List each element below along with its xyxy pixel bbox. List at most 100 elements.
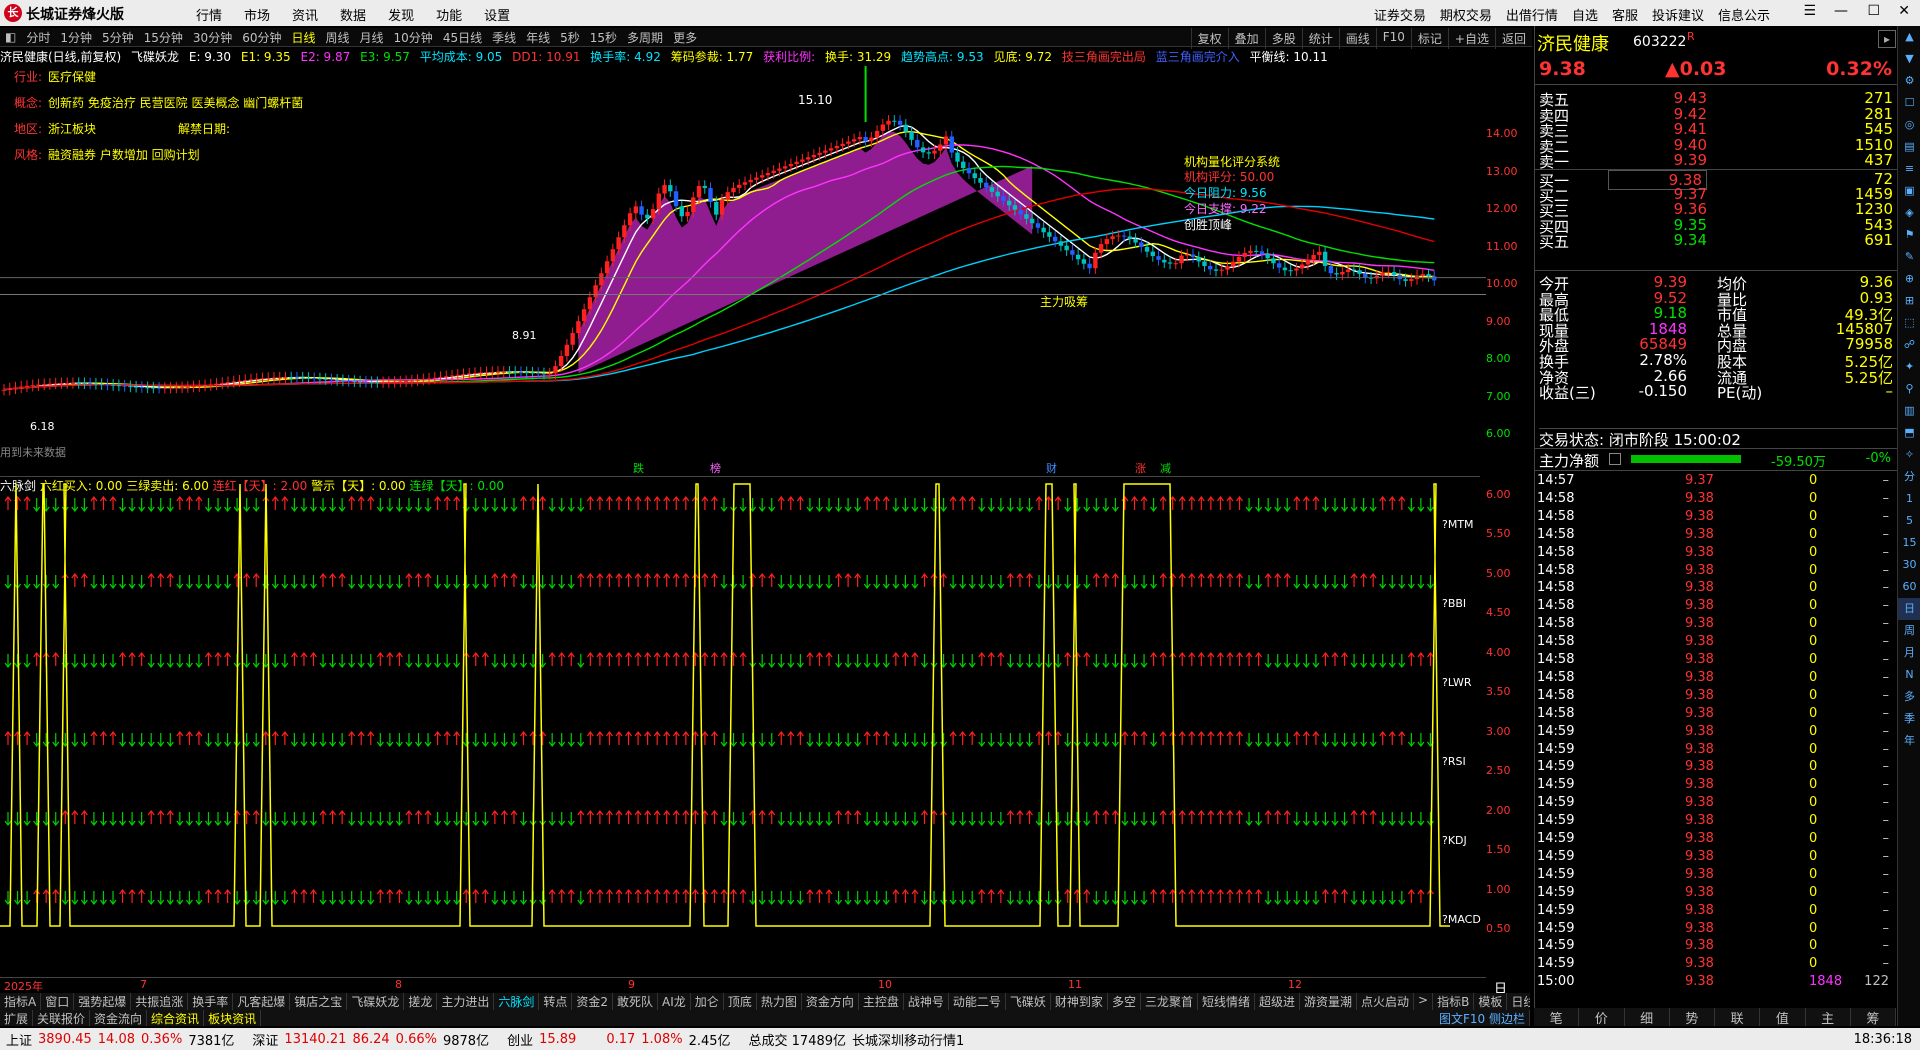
indicator-tab[interactable]: 资金方向 [802,993,859,1010]
sh-label[interactable]: 上证 [6,1030,32,1049]
period-weekly[interactable]: 周线 [321,29,355,46]
period-45day[interactable]: 45日线 [438,29,487,46]
period-multi[interactable]: 多周期 [622,29,668,46]
formula-name[interactable]: 飞碟妖龙 [131,50,179,64]
toolbar-icon[interactable]: ≡ [1898,158,1920,180]
tool-f10[interactable]: F10 [1375,28,1411,49]
tab-related-quote[interactable]: 关联报价 [33,1010,91,1026]
vtool-period[interactable]: 多 [1898,686,1920,708]
cy-label[interactable]: 创业 [507,1030,533,1049]
menu-item-faxian[interactable]: 发现 [388,5,414,24]
detail-tab[interactable]: 主 [1806,1008,1851,1027]
toolbar-icon[interactable]: ▥ [1898,400,1920,422]
vtool-period[interactable]: 年 [1898,730,1920,752]
detail-tab[interactable]: 筹 [1851,1008,1896,1027]
minimize-icon[interactable]: — [1834,3,1848,19]
indicator-tab[interactable]: 模板 [1474,993,1508,1010]
detail-tab[interactable]: 细 [1625,1008,1670,1027]
period-fenshi[interactable]: 分时 [21,29,55,46]
indicator-tab[interactable]: 六脉剑 [494,993,540,1010]
period-more[interactable]: 更多 [668,29,702,46]
indicator-tab[interactable]: 超级进 [1255,993,1300,1010]
tool-back[interactable]: 返回 [1494,28,1532,49]
menu-service[interactable]: 客服 [1612,5,1638,24]
vtool-period[interactable]: 月 [1898,642,1920,664]
toolbar-icon[interactable]: ◈ [1898,202,1920,224]
feed-name[interactable]: 长城深圳移动行情1 [852,1030,964,1049]
indicator-tab[interactable]: 游资量潮 [1300,993,1358,1010]
vtool-period[interactable]: 分 [1898,466,1920,488]
menu-item-shezhi[interactable]: 设置 [484,5,510,24]
vtool-period[interactable]: 周 [1898,620,1920,642]
period-60min[interactable]: 60分钟 [237,29,286,46]
indicator-tab[interactable]: 多空 [1108,993,1141,1010]
toolbar-icon[interactable]: ◎ [1898,114,1920,136]
indicator-tab[interactable]: > [1414,993,1434,1010]
indicator-tab[interactable]: 主力进出 [437,993,495,1010]
indicator-tab[interactable]: 资金2 [572,993,614,1010]
period-30min[interactable]: 30分钟 [188,29,237,46]
menu-item-shuju[interactable]: 数据 [340,5,366,24]
menu-item-hangqing[interactable]: 行情 [196,5,222,24]
indicator-tab[interactable]: 指标B [1433,993,1475,1010]
indicator-tab[interactable]: 窗口 [41,993,75,1010]
period-5min[interactable]: 5分钟 [97,29,139,46]
indicator-tab[interactable]: 换手率 [188,993,234,1010]
indicator-tab[interactable]: 指标A [0,993,42,1010]
toolbar-icon[interactable]: ▲ [1898,26,1920,48]
indicator-tab[interactable]: 加仑 [691,993,724,1010]
toolbar-icon[interactable]: ☍ [1898,334,1920,356]
period-15sec[interactable]: 15秒 [585,29,622,46]
vtool-period[interactable]: 30 [1898,554,1920,576]
indicator-tab[interactable]: AI龙 [658,993,691,1010]
tab-extend[interactable]: 扩展 [0,1010,34,1026]
period-5sec[interactable]: 5秒 [555,29,585,46]
sidebar-toggle-icon[interactable]: ◧ [0,30,21,44]
indicator-tab[interactable]: 共振追涨 [131,993,189,1010]
tool-multi-stock[interactable]: 多股 [1264,28,1302,49]
tick-list[interactable]: 14:57 9.37 0 – 14:58 9.38 0 – 14:58 9.38 0 – 14:58 9.… [1535,470,1897,1010]
tool-stats[interactable]: 统计 [1301,28,1339,49]
toolbar-icon[interactable]: ⚲ [1898,378,1920,400]
indicator-tab[interactable]: 热力图 [757,993,802,1010]
indicator-tab[interactable]: 飞碟妖 [1006,993,1051,1010]
chart-title[interactable]: 济民健康(日线,前复权) [0,50,121,64]
vtool-period[interactable]: 季 [1898,708,1920,730]
vtool-period[interactable]: N [1898,664,1920,686]
tab-sector-news[interactable]: 板块资讯 [204,1010,262,1026]
toolbar-icon[interactable]: ⬒ [1898,422,1920,444]
period-monthly[interactable]: 月线 [355,29,389,46]
period-daily[interactable]: 日线 [286,29,320,46]
indicator-tab[interactable]: 敢死队 [613,993,659,1010]
menu-item-shichang[interactable]: 市场 [244,5,270,24]
toolbar-icon[interactable]: ✎ [1898,246,1920,268]
vtool-period[interactable]: 5 [1898,510,1920,532]
indicator-tab[interactable]: 战神号 [904,993,949,1010]
tab-fund-flow[interactable]: 资金流向 [90,1010,148,1026]
indicator-tab[interactable]: 点火启动 [1357,993,1415,1010]
indicator-tab[interactable]: 镇店之宝 [290,993,348,1010]
detail-tab[interactable]: 价 [1579,1008,1625,1027]
detail-tab[interactable]: 联 [1715,1008,1761,1027]
period-year[interactable]: 年线 [521,29,555,46]
sz-label[interactable]: 深证 [252,1030,278,1049]
indicator-tab[interactable]: 日线 [1507,993,1530,1010]
liumaijian-chart[interactable]: ?MTM ?BBI ?LWR ?RSI ?KDJ ?MACD [0,476,1486,976]
menu-watchlist[interactable]: 自选 [1572,5,1598,24]
period-10min[interactable]: 10分钟 [389,29,438,46]
detail-tab[interactable]: 值 [1760,1008,1806,1027]
menu-lending[interactable]: 出借行情 [1506,5,1558,24]
tool-add-watchlist[interactable]: +自选 [1447,28,1495,49]
menu-stock-trade[interactable]: 证券交易 [1374,5,1426,24]
toolbar-icon[interactable]: ▼ [1898,48,1920,70]
maximize-icon[interactable]: ☐ [1867,3,1880,19]
net-settings-icon[interactable] [1609,453,1621,465]
indicator-tab[interactable]: 搓龙 [404,993,438,1010]
detail-tab[interactable]: 势 [1670,1008,1715,1027]
menu-disclosure[interactable]: 信息公示 [1718,5,1770,24]
indicator-tab[interactable]: 财神到家 [1051,993,1108,1010]
tab-general-news[interactable]: 综合资讯 [147,1010,205,1026]
toolbar-icon[interactable]: ✧ [1898,444,1920,466]
vtool-period[interactable]: 60 [1898,576,1920,598]
menu-item-zixun[interactable]: 资讯 [292,5,318,24]
